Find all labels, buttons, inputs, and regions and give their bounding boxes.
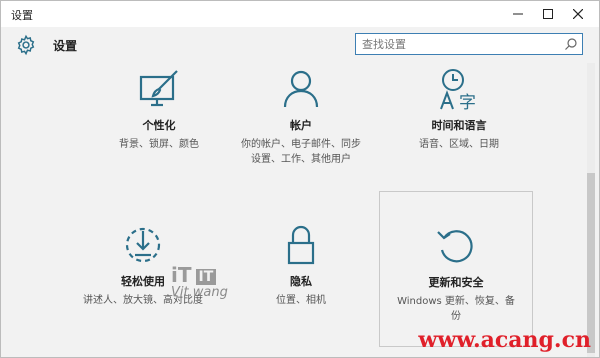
- settings-window: 设置 设置 查找设置 个性化 背景、锁屏、颜色 帐户 你的帐户、电子邮件、同步设…: [0, 0, 600, 358]
- tile-description: 位置、相机: [276, 295, 326, 306]
- maximize-icon: [543, 9, 553, 19]
- tile-title: 更新和安全: [428, 276, 484, 289]
- settings-header: 设置: [1, 27, 599, 63]
- time-language-icon: 字: [440, 69, 476, 111]
- watermark-brand: iT: [171, 263, 192, 287]
- tile-personalization[interactable]: 个性化 背景、锁屏、颜色: [81, 67, 237, 152]
- svg-text:字: 字: [459, 93, 476, 111]
- tile-title: 时间和语言: [431, 119, 487, 132]
- watermark-sub: Vit.wang: [171, 285, 228, 300]
- tile-privacy[interactable]: 隐私 位置、相机: [223, 223, 379, 308]
- close-icon: [573, 9, 583, 19]
- search-icon[interactable]: [564, 37, 578, 51]
- tile-description: Windows 更新、恢复、备份: [397, 296, 515, 322]
- window-title: 设置: [11, 9, 33, 22]
- tile-title: 帐户: [290, 119, 312, 132]
- ease-of-access-icon: [125, 227, 161, 263]
- account-icon: [283, 70, 319, 108]
- update-icon: [437, 230, 473, 263]
- watermark-site: www.acang.cn: [418, 327, 591, 353]
- tile-title: 隐私: [290, 275, 312, 288]
- tile-time-language[interactable]: 字 时间和语言 语音、区域、日期: [381, 67, 537, 152]
- watermark-logo: iT IT Vit.wang: [171, 263, 228, 300]
- scrollbar-thumb[interactable]: [587, 173, 595, 353]
- tile-description: 背景、锁屏、颜色: [119, 139, 199, 150]
- tile-accounts[interactable]: 帐户 你的帐户、电子邮件、同步设置、工作、其他用户: [223, 67, 379, 167]
- tile-description: 语音、区域、日期: [419, 139, 499, 150]
- tile-description: 你的帐户、电子邮件、同步设置、工作、其他用户: [241, 139, 361, 165]
- maximize-button[interactable]: [533, 1, 563, 27]
- minimize-icon: [513, 13, 523, 15]
- gear-icon: [17, 34, 35, 56]
- search-box[interactable]: [355, 33, 583, 55]
- title-bar[interactable]: 设置: [1, 1, 599, 27]
- personalization-icon: [139, 70, 178, 107]
- privacy-lock-icon: [287, 225, 315, 265]
- page-title: 设置: [53, 39, 78, 53]
- vertical-scrollbar[interactable]: [587, 63, 595, 357]
- watermark-box: IT: [195, 268, 217, 285]
- tile-update-security[interactable]: 更新和安全 Windows 更新、恢复、备份: [379, 191, 533, 347]
- minimize-button[interactable]: [503, 1, 533, 27]
- search-input[interactable]: [362, 36, 558, 52]
- tile-title: 个性化: [142, 119, 176, 132]
- close-button[interactable]: [563, 1, 593, 27]
